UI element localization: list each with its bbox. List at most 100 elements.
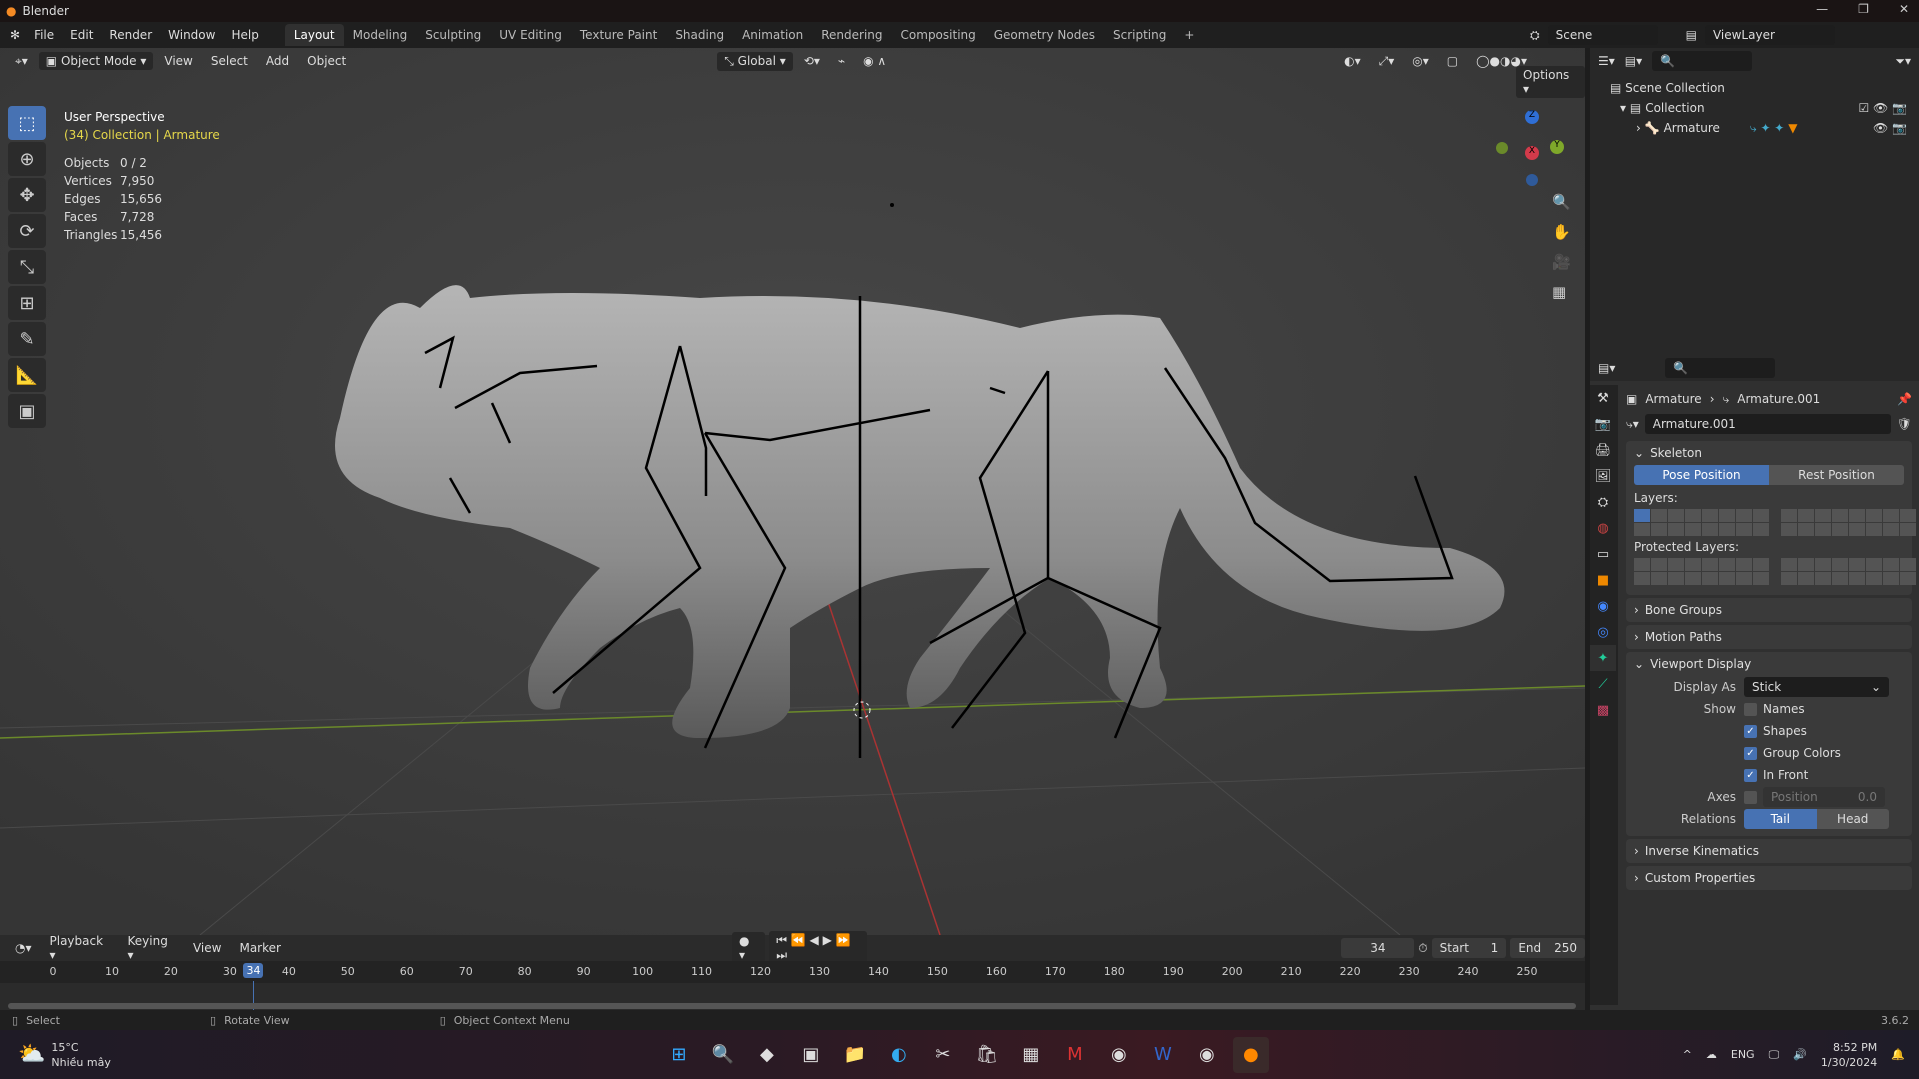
search-icon[interactable]: 🔍: [705, 1037, 741, 1073]
physics-tab-icon[interactable]: ◉: [1590, 593, 1616, 619]
menu-window[interactable]: Window: [160, 28, 223, 42]
collection-tab-icon[interactable]: ▭: [1590, 541, 1616, 567]
end-frame-field[interactable]: End 250: [1510, 938, 1585, 958]
timeline-view-menu[interactable]: View: [186, 939, 228, 957]
measure-tool-icon[interactable]: 📐: [8, 358, 46, 392]
pivot-icon[interactable]: ⟲▾: [797, 52, 827, 70]
pin-icon[interactable]: 📌: [1897, 392, 1912, 406]
clock[interactable]: 8:52 PM 1/30/2024: [1821, 1040, 1877, 1070]
annotate-tool-icon[interactable]: ✎: [8, 322, 46, 356]
outliner-editor-icon[interactable]: ☰▾: [1598, 54, 1615, 68]
preview-range-icon[interactable]: ⏱: [1418, 941, 1427, 956]
store-icon[interactable]: 🛍: [969, 1037, 1005, 1073]
shapes-checkbox[interactable]: ✓: [1744, 724, 1757, 738]
volume-icon[interactable]: 🔊: [1793, 1048, 1807, 1061]
tab-scripting[interactable]: Scripting: [1104, 24, 1175, 46]
outliner-search[interactable]: 🔍: [1652, 51, 1753, 71]
tab-uv-editing[interactable]: UV Editing: [490, 24, 571, 46]
3d-viewport[interactable]: ⌖▾ ▣ Object Mode ▾ View Select Add Objec…: [0, 48, 1585, 935]
editor-type-button[interactable]: ⌖▾: [8, 52, 35, 71]
start-icon[interactable]: ⊞: [661, 1037, 697, 1073]
maximize-button[interactable]: ❐: [1858, 2, 1869, 16]
proportional-edit-icon[interactable]: ◉ ∧: [856, 52, 893, 70]
snap-icon[interactable]: ⌁: [831, 52, 852, 70]
tab-sculpting[interactable]: Sculpting: [416, 24, 490, 46]
output-tab-icon[interactable]: 🖨: [1590, 437, 1616, 463]
relations-tail-button[interactable]: Tail: [1744, 809, 1817, 829]
axes-checkbox[interactable]: [1744, 790, 1757, 804]
bone-groups-panel[interactable]: › Bone Groups: [1634, 598, 1904, 622]
tray-chevron-icon[interactable]: ^: [1683, 1048, 1692, 1061]
scene-selector[interactable]: Scene: [1547, 25, 1658, 45]
viewport-display-header[interactable]: ⌄ Viewport Display: [1634, 652, 1904, 676]
protected-layers-grid[interactable]: [1634, 558, 1916, 585]
overlays-icon[interactable]: ◎▾: [1405, 52, 1436, 70]
skeleton-header[interactable]: ⌄ Skeleton: [1634, 441, 1904, 465]
rotate-tool-icon[interactable]: ⟳: [8, 214, 46, 248]
constraints-tab-icon[interactable]: ◎: [1590, 619, 1616, 645]
armature-data-tab-icon[interactable]: ✦: [1590, 645, 1616, 671]
group-colors-checkbox[interactable]: ✓: [1744, 746, 1757, 760]
filter-icon[interactable]: ⏷▾: [1895, 54, 1911, 69]
motion-paths-panel[interactable]: › Motion Paths: [1634, 625, 1904, 649]
xray-icon[interactable]: ▢: [1440, 52, 1465, 70]
relations-head-button[interactable]: Head: [1816, 809, 1889, 829]
cursor-tool-icon[interactable]: ⊕: [8, 142, 46, 176]
pose-position-button[interactable]: Pose Position: [1634, 465, 1769, 485]
weather-widget[interactable]: 15°C Nhiều mây: [51, 1040, 110, 1070]
navigation-gizmo[interactable]: Z Y X: [1490, 110, 1570, 190]
timeline-ruler[interactable]: 0 10 20 30 40 50 60 70 80 90 100 110 120 130 140 150 160…: [0, 961, 1585, 1011]
outliner-armature[interactable]: › 🦴 Armature ⤷ ✦ ✦ ▼ 👁 📷: [1610, 118, 1919, 138]
tab-layout[interactable]: Layout: [284, 24, 344, 46]
display-mode-icon[interactable]: ▤▾: [1625, 54, 1642, 68]
tab-rendering[interactable]: Rendering: [812, 24, 891, 46]
scale-tool-icon[interactable]: ⤡: [8, 250, 46, 284]
tool-tab-icon[interactable]: ⚒: [1590, 385, 1616, 411]
texture-tab-icon[interactable]: ▩: [1590, 697, 1616, 723]
marker-menu[interactable]: Marker: [232, 939, 287, 957]
render-tab-icon[interactable]: 📷: [1590, 411, 1616, 437]
outliner-scene-collection[interactable]: ▤ Scene Collection: [1610, 78, 1919, 98]
properties-search[interactable]: 🔍: [1665, 358, 1776, 378]
gizmo-z[interactable]: Z: [1525, 110, 1539, 124]
word-icon[interactable]: W: [1145, 1037, 1181, 1073]
notification-icon[interactable]: 🔔: [1891, 1048, 1905, 1061]
rest-position-button[interactable]: Rest Position: [1769, 465, 1904, 485]
inverse-kinematics-panel[interactable]: › Inverse Kinematics: [1634, 839, 1904, 863]
properties-editor-icon[interactable]: ▤▾: [1598, 361, 1615, 375]
transform-tool-icon[interactable]: ⊞: [8, 286, 46, 320]
playback-menu[interactable]: Playback ▾: [43, 932, 117, 964]
view-layer-tab-icon[interactable]: 🖼: [1590, 463, 1616, 489]
language-indicator[interactable]: ENG: [1731, 1048, 1755, 1061]
menu-add[interactable]: Add: [259, 52, 296, 70]
layers-grid[interactable]: [1634, 509, 1916, 536]
edge-icon[interactable]: ◐: [881, 1037, 917, 1073]
mode-selector[interactable]: ▣ Object Mode ▾: [38, 52, 154, 70]
names-checkbox[interactable]: [1744, 702, 1757, 716]
move-tool-icon[interactable]: ✥: [8, 178, 46, 212]
menu-edit[interactable]: Edit: [62, 28, 101, 42]
tab-compositing[interactable]: Compositing: [892, 24, 985, 46]
timeline-scrollbar[interactable]: [8, 1003, 1576, 1009]
menu-view[interactable]: View: [157, 52, 199, 70]
network-icon[interactable]: 🖵: [1769, 1048, 1780, 1062]
timeline-editor-icon[interactable]: ◔▾: [8, 939, 39, 957]
chrome-icon[interactable]: ◉: [1101, 1037, 1137, 1073]
custom-properties-panel[interactable]: › Custom Properties: [1634, 866, 1904, 890]
tab-geometry-nodes[interactable]: Geometry Nodes: [985, 24, 1104, 46]
view-layer-selector[interactable]: ViewLayer: [1704, 25, 1835, 45]
select-box-icon[interactable]: ⬚: [8, 106, 46, 140]
app-icon[interactable]: ▦: [1013, 1037, 1049, 1073]
chrome-profile-icon[interactable]: ◉: [1189, 1037, 1225, 1073]
gizmo-toggle-icon[interactable]: ⤢▾: [1372, 52, 1402, 71]
onedrive-icon[interactable]: ☁: [1706, 1048, 1717, 1061]
minimize-button[interactable]: —: [1816, 2, 1828, 16]
menu-render[interactable]: Render: [101, 28, 160, 42]
world-tab-icon[interactable]: ◍: [1590, 515, 1616, 541]
zoom-icon[interactable]: 🔍: [1552, 193, 1571, 211]
pan-hand-icon[interactable]: ✋: [1552, 223, 1571, 241]
bone-tab-icon[interactable]: ⟋: [1590, 671, 1616, 697]
add-workspace-button[interactable]: +: [1175, 24, 1203, 46]
menu-help[interactable]: Help: [223, 28, 266, 42]
scene-tab-icon[interactable]: ⛭: [1590, 489, 1616, 515]
